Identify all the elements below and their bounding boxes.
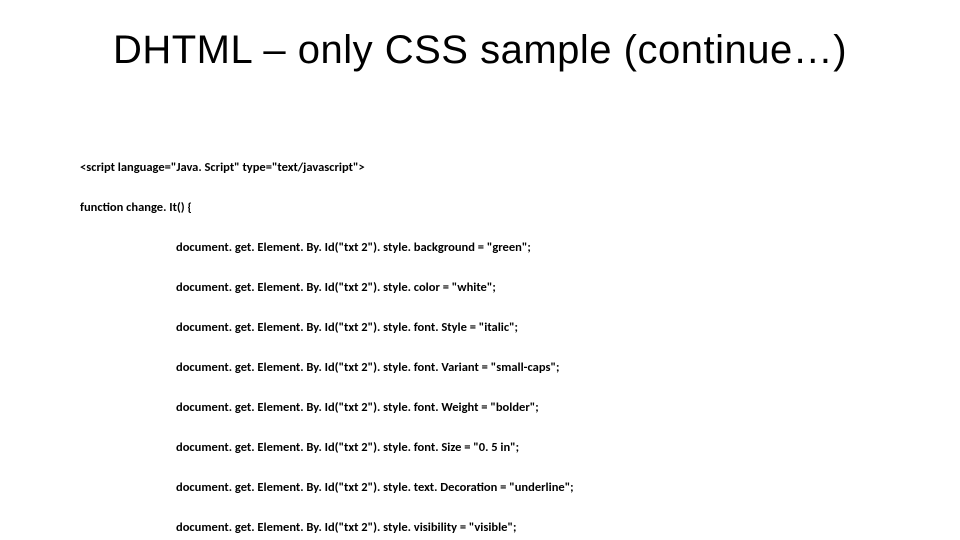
code-line: document. get. Element. By. Id("txt 2").… (80, 518, 900, 538)
code-line: document. get. Element. By. Id("txt 2").… (80, 478, 900, 498)
code-line: document. get. Element. By. Id("txt 2").… (80, 238, 900, 258)
code-line: function change. It() { (80, 198, 900, 218)
code-block: <script language="Java. Script" type="te… (80, 138, 900, 540)
code-line: document. get. Element. By. Id("txt 2").… (80, 438, 900, 458)
code-line: document. get. Element. By. Id("txt 2").… (80, 398, 900, 418)
slide-title: DHTML – only CSS sample (continue…) (0, 28, 960, 73)
code-line: document. get. Element. By. Id("txt 2").… (80, 318, 900, 338)
code-line: document. get. Element. By. Id("txt 2").… (80, 278, 900, 298)
code-line: <script language="Java. Script" type="te… (80, 158, 900, 178)
slide: DHTML – only CSS sample (continue…) <scr… (0, 0, 960, 540)
code-line: document. get. Element. By. Id("txt 2").… (80, 358, 900, 378)
